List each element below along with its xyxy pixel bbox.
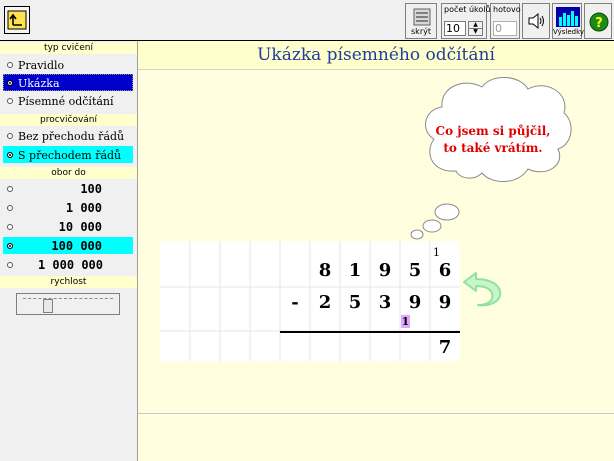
window-icon bbox=[413, 8, 431, 26]
speaker-icon bbox=[528, 12, 544, 30]
range-option-label: 100 000 bbox=[51, 239, 102, 253]
radio-selected-icon[interactable] bbox=[7, 152, 13, 158]
type-option-label: Písemné odčítání bbox=[18, 95, 114, 108]
result-digit: 7 bbox=[438, 337, 452, 358]
type-option-rule[interactable]: Pravidlo bbox=[3, 56, 133, 73]
radio-selected-icon[interactable] bbox=[7, 80, 13, 86]
help-button[interactable]: ? bbox=[584, 3, 612, 39]
sidebar: typ cvičení Pravidlo Ukázka Písemné odčí… bbox=[0, 41, 138, 461]
range-option-1000000[interactable]: 1 000 000 bbox=[0, 256, 134, 273]
type-option-demo[interactable]: Ukázka bbox=[3, 74, 133, 91]
page-title: Ukázka písemného odčítání bbox=[257, 45, 495, 65]
done-group: hotovo 0 bbox=[490, 3, 521, 39]
toolbar: skrýt počet úkolů 10 ▲ ▼ hotovo 0 Výsled… bbox=[0, 0, 614, 41]
divider bbox=[138, 413, 614, 414]
help-icon: ? bbox=[589, 12, 609, 32]
practice-option-no-carry[interactable]: Bez přechodu řádů bbox=[3, 127, 133, 144]
practice-option-label: S přechodem řádů bbox=[18, 149, 122, 162]
subtrahend-digit: 5 bbox=[348, 292, 362, 313]
subtrahend-digit: 2 bbox=[318, 292, 332, 313]
minuend-digit: 5 bbox=[408, 260, 422, 281]
done-title: hotovo bbox=[493, 5, 521, 14]
bubble-line-1: Co jsem si půjčil, bbox=[435, 124, 551, 138]
speed-header: rychlost bbox=[0, 276, 137, 288]
thought-dot-medium-icon bbox=[422, 219, 442, 233]
practice-option-carry[interactable]: S přechodem řádů bbox=[3, 146, 133, 163]
radio-icon[interactable] bbox=[7, 186, 13, 192]
main-area: Ukázka písemného odčítání Co jsem si půj… bbox=[138, 41, 614, 461]
subtrahend-digit: 3 bbox=[378, 292, 392, 313]
practice-header: procvičování bbox=[0, 114, 137, 126]
radio-icon[interactable] bbox=[7, 262, 13, 268]
results-button[interactable]: Výsledky bbox=[552, 3, 585, 39]
range-header: obor do bbox=[0, 167, 137, 179]
hide-button[interactable]: skrýt bbox=[405, 3, 437, 39]
done-field: 0 bbox=[493, 21, 517, 36]
range-option-label: 100 bbox=[80, 182, 102, 196]
task-count-title: počet úkolů bbox=[444, 5, 491, 14]
practice-option-label: Bez přechodu řádů bbox=[18, 130, 125, 143]
minuend-digit: 1 bbox=[348, 260, 362, 281]
radio-icon[interactable] bbox=[7, 133, 13, 139]
svg-text:?: ? bbox=[595, 16, 603, 31]
radio-icon[interactable] bbox=[7, 62, 13, 68]
return-arrow-icon bbox=[463, 272, 502, 307]
radio-selected-icon[interactable] bbox=[7, 243, 13, 249]
range-option-label: 10 000 bbox=[58, 220, 102, 234]
type-option-written[interactable]: Písemné odčítání bbox=[3, 92, 133, 109]
range-option-100[interactable]: 100 bbox=[3, 180, 133, 197]
range-option-label: 1 000 bbox=[65, 201, 102, 215]
thought-dot-small-icon bbox=[410, 229, 424, 240]
minuend-digit: 8 bbox=[318, 260, 332, 281]
speed-slider[interactable] bbox=[16, 293, 120, 315]
title-bar: Ukázka písemného odčítání bbox=[138, 41, 614, 70]
range-option-10000[interactable]: 10 000 bbox=[3, 218, 133, 235]
sound-button[interactable] bbox=[522, 3, 550, 39]
stepper-down-icon[interactable]: ▼ bbox=[469, 29, 482, 35]
type-header: typ cvičení bbox=[0, 42, 137, 54]
type-option-label: Ukázka bbox=[18, 77, 60, 90]
task-count-stepper[interactable]: ▲ ▼ bbox=[468, 21, 483, 36]
bubble-text: Co jsem si půjčil, to také vrátím. bbox=[423, 123, 563, 157]
range-option-1000[interactable]: 1 000 bbox=[3, 199, 133, 216]
results-chart-icon bbox=[556, 7, 580, 27]
radio-icon[interactable] bbox=[7, 98, 13, 104]
borrow-mark: 1 bbox=[401, 315, 410, 328]
calculation-grid: 1 8 1 9 5 6 - 2 5 3 9 9 1 7 bbox=[160, 241, 460, 361]
task-count-group: počet úkolů 10 ▲ ▼ bbox=[441, 3, 491, 39]
task-count-input[interactable]: 10 bbox=[444, 21, 466, 36]
slider-track bbox=[23, 298, 113, 299]
back-button[interactable] bbox=[4, 6, 30, 34]
minus-sign: - bbox=[291, 292, 299, 313]
hide-label: skrýt bbox=[411, 27, 431, 36]
carry-over-top: 1 bbox=[433, 246, 440, 259]
bubble-line-2: to také vrátím. bbox=[443, 141, 543, 155]
subtrahend-digit: 9 bbox=[438, 292, 452, 313]
minuend-digit: 9 bbox=[378, 260, 392, 281]
slider-thumb[interactable] bbox=[43, 299, 53, 313]
minuend-digit: 6 bbox=[438, 260, 452, 281]
radio-icon[interactable] bbox=[7, 224, 13, 230]
radio-icon[interactable] bbox=[7, 205, 13, 211]
range-option-label: 1 000 000 bbox=[37, 258, 103, 272]
type-option-label: Pravidlo bbox=[18, 59, 65, 72]
back-arrow-icon bbox=[7, 10, 27, 30]
results-label: Výsledky bbox=[553, 28, 585, 36]
range-option-100000[interactable]: 100 000 bbox=[3, 237, 133, 254]
subtrahend-digit: 9 bbox=[408, 292, 422, 313]
